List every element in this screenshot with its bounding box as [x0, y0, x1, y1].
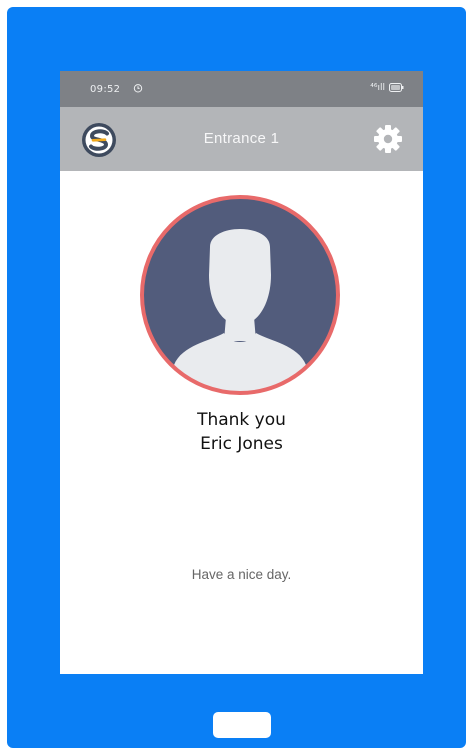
home-button[interactable] — [213, 712, 271, 738]
signal-icon: ⁴⁶ıll — [370, 83, 385, 93]
kiosk-screen: 09:52 ⁴⁶ıll Entrance 1 Thank you Eric Jo… — [60, 71, 423, 674]
battery-icon — [389, 83, 404, 95]
status-time: 09:52 — [90, 84, 121, 95]
gear-icon[interactable] — [373, 124, 403, 154]
alarm-clock-icon — [133, 83, 143, 96]
farewell-message: Have a nice day. — [191, 567, 292, 582]
app-bar: Entrance 1 — [60, 107, 423, 171]
page-title: Entrance 1 — [203, 130, 280, 147]
person-name: Eric Jones — [200, 434, 283, 454]
greeting-text: Thank you — [197, 410, 286, 430]
user-avatar-icon — [140, 195, 340, 395]
status-bar: 09:52 ⁴⁶ıll — [60, 71, 423, 107]
